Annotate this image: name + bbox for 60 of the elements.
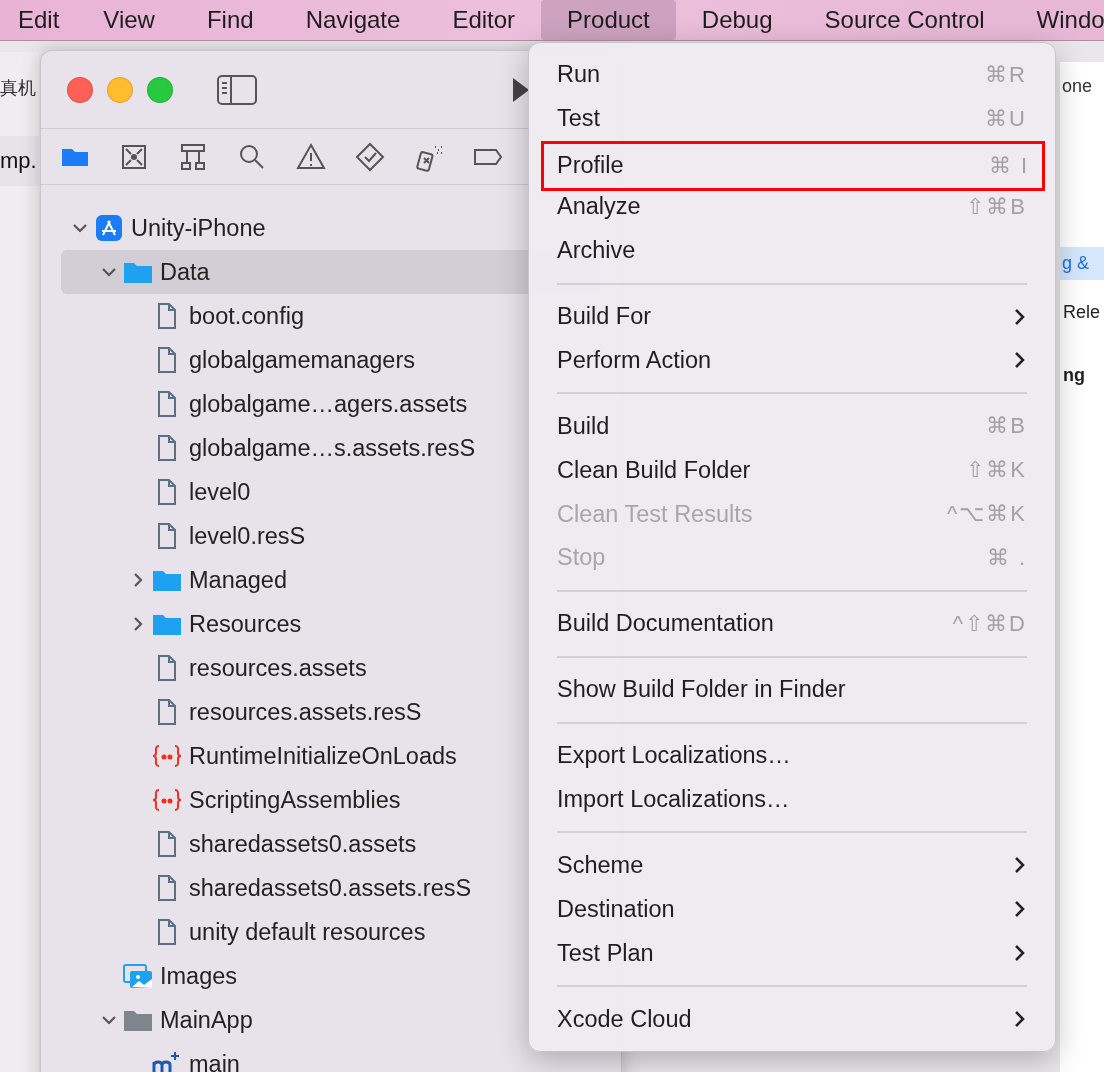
tree-item-label: Resources <box>189 610 302 638</box>
menu-bar-item[interactable]: Source Control <box>798 0 1011 40</box>
menu-item[interactable]: Show Build Folder in Finder <box>529 667 1055 712</box>
menu-bar-item[interactable]: Find <box>180 0 280 40</box>
tree-item-label: resources.assets.resS <box>189 698 422 726</box>
keyboard-shortcut: ⇧⌘K <box>966 457 1027 484</box>
menu-item[interactable]: Export Localizations… <box>529 733 1055 778</box>
tree-row[interactable]: main <box>61 1042 601 1072</box>
menu-bar-item[interactable]: Debug <box>675 0 799 40</box>
keyboard-shortcut: ⌘ I <box>988 152 1029 179</box>
tree-item-label: level0.resS <box>189 522 306 550</box>
menu-item[interactable]: Run ⌘R <box>529 53 1055 97</box>
menu-item[interactable]: Test ⌘U <box>529 96 1055 141</box>
tree-item-label: sharedassets0.assets <box>189 830 417 858</box>
keyboard-shortcut: ⌘R <box>985 61 1027 88</box>
tree-item-label: RuntimeInitializeOnLoads <box>189 742 457 770</box>
window-title: 真机 <box>0 77 37 100</box>
tree-item-label: Managed <box>189 566 287 594</box>
menu-item[interactable]: Test Plan <box>529 931 1055 976</box>
tree-item-label: boot.config <box>189 302 304 330</box>
menu-item[interactable]: Import Localizations… <box>529 777 1055 822</box>
menu-bar-item[interactable]: Editor <box>426 0 542 40</box>
tree-item-label: Data <box>160 258 210 286</box>
menu-item[interactable]: Scheme <box>529 843 1055 888</box>
tree-item-label: globalgame…s.assets.resS <box>189 434 476 462</box>
tree-item-label: level0 <box>189 478 251 506</box>
tree-item-label: MainApp <box>160 1006 253 1034</box>
menu-item[interactable]: Clean Build Folder ⇧⌘K <box>529 448 1055 493</box>
keyboard-shortcut: ⇧⌘B <box>966 193 1027 220</box>
menu-bar-item[interactable]: View <box>77 0 181 40</box>
setting-label: Rele <box>1062 302 1102 323</box>
settings-tab[interactable]: g & <box>1060 247 1104 280</box>
menu-item[interactable]: Perform Action <box>529 338 1055 383</box>
tree-item-label: main <box>189 1050 240 1072</box>
menu-item[interactable]: Build For <box>529 294 1055 339</box>
tree-item-label: Images <box>160 962 238 990</box>
file-tab[interactable]: mp. <box>0 136 39 186</box>
menu-item[interactable]: Destination <box>529 887 1055 932</box>
menu-bar-item[interactable]: Edit <box>0 0 78 40</box>
breadcrumb[interactable]: one <box>1060 76 1104 97</box>
keyboard-shortcut: ⌘B <box>986 413 1027 440</box>
tree-item-label: globalgame…agers.assets <box>189 390 468 418</box>
tree-item-label: sharedassets0.assets.resS <box>189 874 472 902</box>
section-heading: ng <box>1062 365 1086 386</box>
menu-item[interactable]: Xcode Cloud <box>529 997 1055 1042</box>
keyboard-shortcut: ^⌥⌘K <box>947 501 1027 528</box>
menu-bar-item[interactable]: Windo <box>1010 0 1104 40</box>
tree-item-label: ScriptingAssemblies <box>189 786 401 814</box>
menu-item[interactable]: Profile ⌘ I <box>544 143 1042 188</box>
menu-item[interactable]: Build ⌘B <box>529 404 1055 449</box>
tree-item-label: globalgamemanagers <box>189 346 415 374</box>
tree-item-label: unity default resources <box>189 918 426 946</box>
menu-bar-item[interactable]: Product <box>541 0 676 40</box>
keyboard-shortcut: ^⇧⌘D <box>952 610 1027 637</box>
tree-item-label: resources.assets <box>189 654 367 682</box>
menu-item[interactable]: Build Documentation ^⇧⌘D <box>529 601 1055 646</box>
keyboard-shortcut: ⌘ . <box>986 544 1027 571</box>
keyboard-shortcut: ⌘U <box>985 105 1027 132</box>
tree-item-label: Unity-iPhone <box>131 214 266 242</box>
menu-bar-item[interactable]: Navigate <box>279 0 427 40</box>
